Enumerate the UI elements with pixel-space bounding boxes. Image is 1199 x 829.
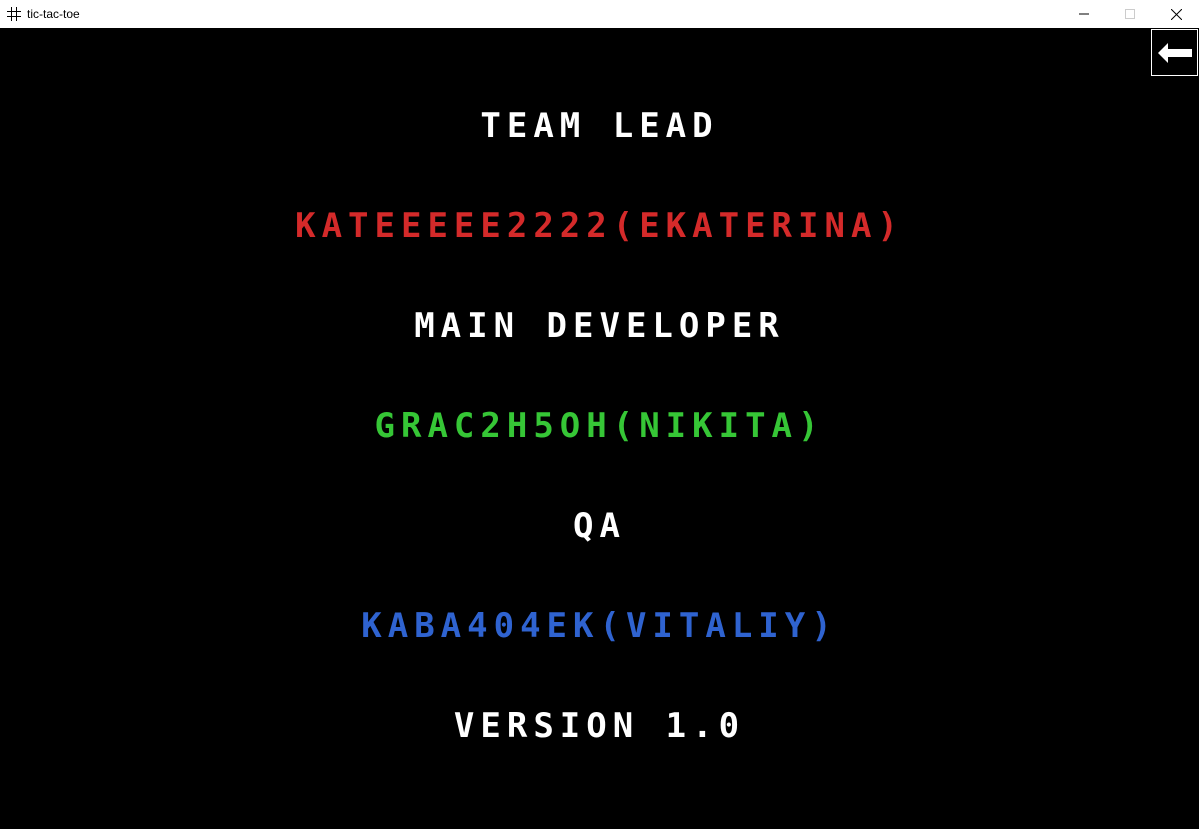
close-icon <box>1170 8 1182 20</box>
qa-heading: QA <box>573 506 626 546</box>
team-lead-name: KATEEEEE2222(EKATERINA) <box>295 206 904 246</box>
qa-name: KABA404EK(VITALIY) <box>361 606 838 646</box>
title-bar[interactable]: tic-tac-toe <box>0 0 1199 28</box>
window-title: tic-tac-toe <box>27 7 80 21</box>
team-lead-heading: TEAM LEAD <box>480 106 719 146</box>
close-button[interactable] <box>1153 0 1199 28</box>
minimize-icon <box>1079 13 1089 15</box>
version-label: VERSION 1.0 <box>453 706 746 746</box>
credits-screen: TEAM LEAD KATEEEEE2222(EKATERINA) MAIN D… <box>0 28 1199 829</box>
maximize-icon <box>1125 9 1135 19</box>
main-developer-heading: MAIN DEVELOPER <box>414 306 785 346</box>
arrow-left-icon <box>1157 42 1192 63</box>
main-developer-name: GRAC2H5OH(NIKITA) <box>374 406 825 446</box>
minimize-button[interactable] <box>1061 0 1107 28</box>
maximize-button[interactable] <box>1107 0 1153 28</box>
back-button[interactable] <box>1151 29 1198 76</box>
window-controls <box>1061 0 1199 28</box>
app-window: tic-tac-toe TEAM LEAD KATEEEEE2222(EKATE… <box>0 0 1199 829</box>
tic-tac-toe-icon <box>7 7 21 21</box>
